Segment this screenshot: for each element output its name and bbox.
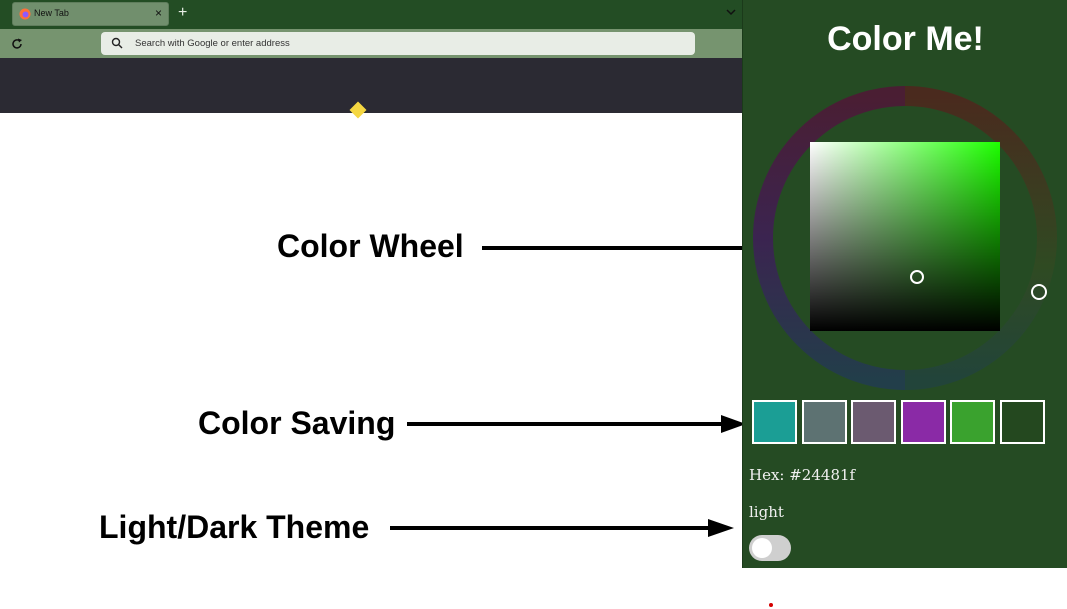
- theme-label: light: [749, 503, 784, 521]
- address-bar[interactable]: Search with Google or enter address: [101, 32, 695, 55]
- popup-title: Color Me!: [827, 20, 984, 58]
- firefox-icon: [19, 8, 31, 20]
- arrow-icon: [390, 519, 734, 537]
- toggle-knob: [752, 538, 772, 558]
- address-placeholder: Search with Google or enter address: [135, 38, 290, 49]
- saved-color-swatch-3[interactable]: [851, 400, 896, 444]
- saved-color-swatch-6[interactable]: [1000, 400, 1045, 444]
- theme-toggle[interactable]: [749, 535, 791, 561]
- tab-new-tab[interactable]: New Tab ×: [12, 2, 169, 26]
- arrow-icon: [407, 415, 746, 433]
- saturation-value-handle[interactable]: [910, 270, 924, 284]
- nav-toolbar: Search with Google or enter address: [0, 29, 743, 58]
- annotation-color-saving: Color Saving: [198, 405, 396, 441]
- annotation-theme: Light/Dark Theme: [99, 509, 370, 545]
- hex-value: Hex: #24481f: [749, 466, 856, 484]
- annotation-color-wheel: Color Wheel: [277, 228, 464, 264]
- saved-color-swatch-4[interactable]: [901, 400, 946, 444]
- color-me-popup: Color Me! Hex: #24481f light: [742, 0, 1067, 568]
- tab-close-icon[interactable]: ×: [155, 6, 162, 20]
- tab-strip: New Tab × +: [0, 0, 743, 29]
- saved-color-swatch-2[interactable]: [802, 400, 847, 444]
- page-header-band: [0, 58, 743, 113]
- search-icon: [111, 37, 123, 49]
- new-tab-button[interactable]: +: [178, 4, 187, 22]
- red-dot-marker: [769, 603, 773, 607]
- saturation-value-picker[interactable]: [810, 142, 1000, 331]
- chevron-down-icon[interactable]: [724, 5, 738, 19]
- reload-icon[interactable]: [10, 37, 24, 51]
- saved-color-swatch-1[interactable]: [752, 400, 797, 444]
- tab-title: New Tab: [34, 8, 69, 18]
- saved-color-swatch-5[interactable]: [950, 400, 995, 444]
- hue-handle[interactable]: [1031, 284, 1047, 300]
